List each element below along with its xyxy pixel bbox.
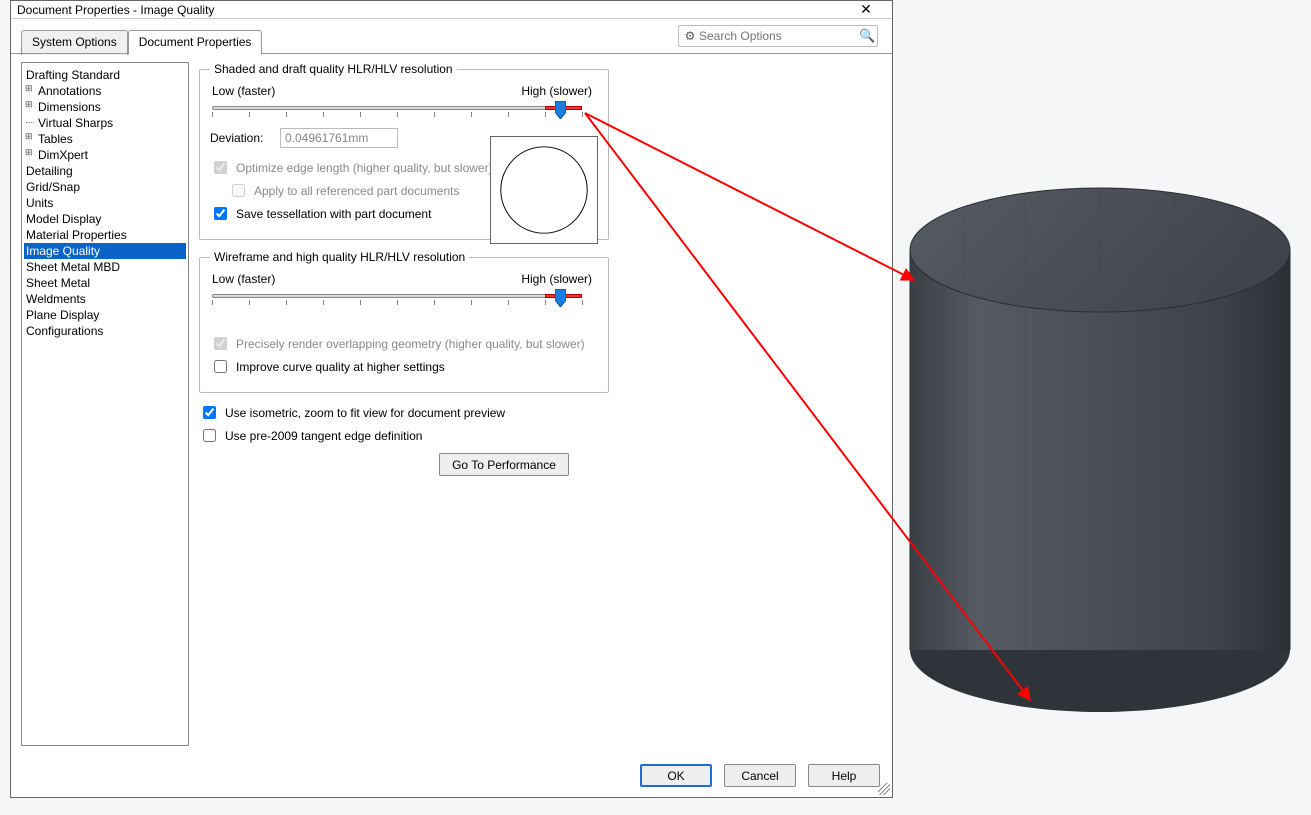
group-wireframe-quality: Wireframe and high quality HLR/HLV resol…: [199, 250, 609, 393]
tree-dimxpert[interactable]: DimXpert: [24, 147, 186, 163]
slider2-thumb[interactable]: [555, 289, 566, 307]
tree-detailing[interactable]: Detailing: [24, 163, 186, 179]
goto-performance-button[interactable]: Go To Performance: [439, 453, 569, 476]
search-icon[interactable]: 🔍: [859, 28, 873, 44]
tree-drafting-standard[interactable]: Drafting Standard: [24, 67, 186, 83]
deviation-label: Deviation:: [210, 131, 270, 145]
slider-wireframe-quality[interactable]: [212, 288, 582, 306]
chk-applyall-box: [232, 184, 245, 197]
chk-isometric[interactable]: Use isometric, zoom to fit view for docu…: [199, 403, 882, 422]
slider1-thumb[interactable]: [555, 101, 566, 119]
tree-image-quality[interactable]: Image Quality: [24, 243, 186, 259]
cancel-button[interactable]: Cancel: [724, 764, 796, 787]
tree-virtual-sharps[interactable]: Virtual Sharps: [24, 115, 186, 131]
tree-units[interactable]: Units: [24, 195, 186, 211]
tab-row: System Options Document Properties ⚙ 🔍: [11, 19, 892, 54]
group-wireframe-legend: Wireframe and high quality HLR/HLV resol…: [210, 250, 469, 264]
tree-dimensions[interactable]: Dimensions: [24, 99, 186, 115]
chk-overlap-box: [214, 337, 227, 350]
deviation-field[interactable]: [280, 128, 398, 148]
search-box[interactable]: ⚙ 🔍: [678, 25, 878, 47]
tree-material-properties[interactable]: Material Properties: [24, 227, 186, 243]
tree-configurations[interactable]: Configurations: [24, 323, 186, 339]
tree-grid-snap[interactable]: Grid/Snap: [24, 179, 186, 195]
document-properties-dialog: Document Properties - Image Quality ✕ Sy…: [10, 0, 893, 798]
chk-optimize-edge-box: [214, 161, 227, 174]
titlebar: Document Properties - Image Quality ✕: [11, 1, 892, 19]
tree-tables[interactable]: Tables: [24, 131, 186, 147]
settings-panel: Shaded and draft quality HLR/HLV resolut…: [199, 54, 882, 746]
help-button[interactable]: Help: [808, 764, 880, 787]
tree-sheet-metal[interactable]: Sheet Metal: [24, 275, 186, 291]
tree-plane-display[interactable]: Plane Display: [24, 307, 186, 323]
ok-button[interactable]: OK: [640, 764, 712, 787]
slider2-high-label: High (slower): [521, 272, 592, 286]
close-icon[interactable]: ✕: [846, 1, 886, 18]
group-shaded-legend: Shaded and draft quality HLR/HLV resolut…: [210, 62, 457, 76]
cylinder-render: [905, 160, 1295, 730]
chk-pre2009[interactable]: Use pre-2009 tangent edge definition: [199, 426, 882, 445]
chk-improve-curve-box[interactable]: [214, 360, 227, 373]
tab-system-options[interactable]: System Options: [21, 30, 128, 55]
tree-annotations[interactable]: Annotations: [24, 83, 186, 99]
tree-sheet-metal-mbd[interactable]: Sheet Metal MBD: [24, 259, 186, 275]
tree-model-display[interactable]: Model Display: [24, 211, 186, 227]
chk-overlap: Precisely render overlapping geometry (h…: [210, 334, 598, 353]
search-input[interactable]: [697, 28, 859, 44]
dialog-buttons: OK Cancel Help: [11, 756, 892, 797]
resize-grip[interactable]: [878, 783, 890, 795]
gear-icon: ⚙: [683, 29, 697, 43]
slider1-low-label: Low (faster): [212, 84, 275, 98]
chk-save-tessellation-box[interactable]: [214, 207, 227, 220]
slider1-high-label: High (slower): [521, 84, 592, 98]
slider2-low-label: Low (faster): [212, 272, 275, 286]
chk-improve-curve[interactable]: Improve curve quality at higher settings: [210, 357, 598, 376]
chk-isometric-box[interactable]: [203, 406, 216, 419]
tree-weldments[interactable]: Weldments: [24, 291, 186, 307]
category-tree[interactable]: Drafting Standard Annotations Dimensions…: [21, 62, 189, 746]
tab-document-properties[interactable]: Document Properties: [128, 30, 263, 55]
window-title: Document Properties - Image Quality: [17, 3, 846, 17]
slider-shaded-quality[interactable]: [212, 100, 582, 118]
chk-pre2009-box[interactable]: [203, 429, 216, 442]
group-shaded-quality: Shaded and draft quality HLR/HLV resolut…: [199, 62, 609, 240]
tessellation-preview: [490, 136, 598, 244]
